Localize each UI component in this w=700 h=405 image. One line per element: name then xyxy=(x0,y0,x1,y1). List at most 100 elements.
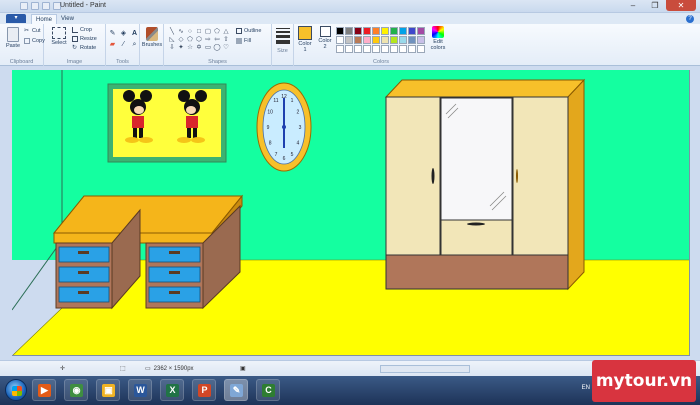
palette-swatch[interactable] xyxy=(372,45,380,53)
color2-swatch xyxy=(319,26,331,37)
taskbar-button[interactable]: ✎ xyxy=(224,379,248,401)
start-button[interactable] xyxy=(5,379,27,401)
save-icon[interactable] xyxy=(31,2,39,10)
eraser-icon[interactable]: ▰ xyxy=(108,40,117,49)
zoom-slider[interactable] xyxy=(380,365,470,373)
color-picker-icon[interactable]: ⁄ xyxy=(119,40,128,49)
chrome-icon: ◉ xyxy=(70,384,83,397)
taskbar-button[interactable]: P xyxy=(192,379,216,401)
curve-shape-icon[interactable]: ∿ xyxy=(177,28,185,35)
fill-dropdown[interactable]: Fill xyxy=(236,38,251,44)
fill-bucket-icon[interactable]: ◈ xyxy=(119,29,128,38)
palette-swatch[interactable] xyxy=(417,45,425,53)
palette-swatch[interactable] xyxy=(336,36,344,44)
tab-view[interactable]: View xyxy=(57,14,78,24)
palette-swatch[interactable] xyxy=(390,36,398,44)
rotate-button[interactable]: ↻ Rotate xyxy=(72,45,96,51)
palette-swatch[interactable] xyxy=(399,45,407,53)
pencil-icon[interactable]: ✎ xyxy=(108,29,117,38)
taskbar-button[interactable]: ◉ xyxy=(64,379,88,401)
size-icon[interactable] xyxy=(276,28,290,44)
palette-swatch[interactable] xyxy=(390,27,398,35)
palette-swatch[interactable] xyxy=(408,36,416,44)
select-button[interactable]: Select xyxy=(50,27,68,46)
taskbar-button[interactable]: X xyxy=(160,379,184,401)
palette-swatch[interactable] xyxy=(408,45,416,53)
up-arrow-shape-icon[interactable]: ⇧ xyxy=(222,36,230,43)
edit-colors-button[interactable]: Edit colors xyxy=(428,26,448,51)
heart-shape-icon[interactable]: ♡ xyxy=(222,44,230,51)
palette-swatch[interactable] xyxy=(417,27,425,35)
paste-button[interactable]: Paste xyxy=(4,27,22,49)
clipboard-group: Paste ✂ Cut Copy Clipboard xyxy=(0,24,45,66)
taskbar-button[interactable]: ▶ xyxy=(32,379,56,401)
palette-swatch[interactable] xyxy=(345,27,353,35)
select-label: Select xyxy=(51,40,67,46)
six-point-star-shape-icon[interactable]: ✡ xyxy=(195,44,203,51)
palette-swatch[interactable] xyxy=(336,27,344,35)
right-triangle-shape-icon[interactable]: ◺ xyxy=(168,36,176,43)
text-icon[interactable]: A xyxy=(130,29,139,38)
color2-number: 2 xyxy=(323,44,327,50)
palette-swatch[interactable] xyxy=(408,27,416,35)
clock-numeral: 7 xyxy=(275,152,278,158)
five-point-star-shape-icon[interactable]: ☆ xyxy=(186,44,194,51)
tab-home[interactable]: Home xyxy=(31,14,58,24)
right-arrow-shape-icon[interactable]: ⇨ xyxy=(204,36,212,43)
left-arrow-shape-icon[interactable]: ⇦ xyxy=(213,36,221,43)
palette-swatch[interactable] xyxy=(336,45,344,53)
taskbar-button[interactable]: C xyxy=(256,379,280,401)
resize-button[interactable]: Resize xyxy=(72,36,97,42)
palette-swatch[interactable] xyxy=(390,45,398,53)
brushes-button[interactable]: Brushes xyxy=(141,27,163,48)
oval-shape-icon[interactable]: ○ xyxy=(186,28,194,35)
callout-shape-icon[interactable]: ▭ xyxy=(204,44,212,51)
help-icon[interactable]: ? xyxy=(686,15,694,23)
palette-swatch[interactable] xyxy=(372,27,380,35)
rounded-rectangle-shape-icon[interactable]: ▢ xyxy=(204,28,212,35)
diamond-shape-icon[interactable]: ◇ xyxy=(177,36,185,43)
drawing-canvas[interactable]: 1 2 3 4 5 6 7 8 9 10 11 12 xyxy=(12,70,690,356)
close-button[interactable]: ✕ xyxy=(666,0,696,11)
paint-menu-button[interactable]: ▾ xyxy=(6,14,26,23)
palette-swatch[interactable] xyxy=(363,27,371,35)
color1-button[interactable]: Color 1 xyxy=(296,26,314,53)
polygon-shape-icon[interactable]: ⬠ xyxy=(213,28,221,35)
outline-dropdown[interactable]: Outline xyxy=(236,28,261,34)
palette-swatch[interactable] xyxy=(345,45,353,53)
cursor-icon: ✛ xyxy=(60,366,66,372)
palette-swatch[interactable] xyxy=(399,36,407,44)
rectangle-shape-icon[interactable]: □ xyxy=(195,28,203,35)
down-arrow-shape-icon[interactable]: ⇩ xyxy=(168,44,176,51)
pentagon-shape-icon[interactable]: ⬠ xyxy=(186,36,194,43)
palette-swatch[interactable] xyxy=(363,45,371,53)
triangle-shape-icon[interactable]: △ xyxy=(222,28,230,35)
taskbar-button[interactable]: ▣ xyxy=(96,379,120,401)
line-shape-icon[interactable]: ╲ xyxy=(168,28,176,35)
minimize-button[interactable]: – xyxy=(622,0,644,11)
taskbar-button[interactable]: W xyxy=(128,379,152,401)
palette-swatch[interactable] xyxy=(354,36,362,44)
palette-swatch[interactable] xyxy=(363,36,371,44)
language-indicator[interactable]: EN xyxy=(582,385,590,391)
palette-swatch[interactable] xyxy=(345,36,353,44)
palette-swatch[interactable] xyxy=(381,36,389,44)
palette-swatch[interactable] xyxy=(381,27,389,35)
palette-swatch[interactable] xyxy=(417,36,425,44)
undo-icon[interactable] xyxy=(42,2,50,10)
crop-button[interactable]: Crop xyxy=(72,27,92,33)
palette-swatch[interactable] xyxy=(354,27,362,35)
maximize-button[interactable]: ❐ xyxy=(644,0,666,11)
palette-swatch[interactable] xyxy=(399,27,407,35)
magnifier-icon[interactable]: ⌕ xyxy=(130,40,139,49)
oval-callout-shape-icon[interactable]: ◯ xyxy=(213,44,221,51)
palette-swatch[interactable] xyxy=(372,36,380,44)
hexagon-shape-icon[interactable]: ⬡ xyxy=(195,36,203,43)
four-point-star-shape-icon[interactable]: ✦ xyxy=(177,44,185,51)
palette-swatch[interactable] xyxy=(354,45,362,53)
color2-button[interactable]: Color 2 xyxy=(316,26,334,50)
copy-button[interactable]: Copy xyxy=(24,38,45,44)
paint-menu-icon[interactable] xyxy=(20,2,28,10)
palette-swatch[interactable] xyxy=(381,45,389,53)
cut-button[interactable]: ✂ Cut xyxy=(24,28,41,34)
